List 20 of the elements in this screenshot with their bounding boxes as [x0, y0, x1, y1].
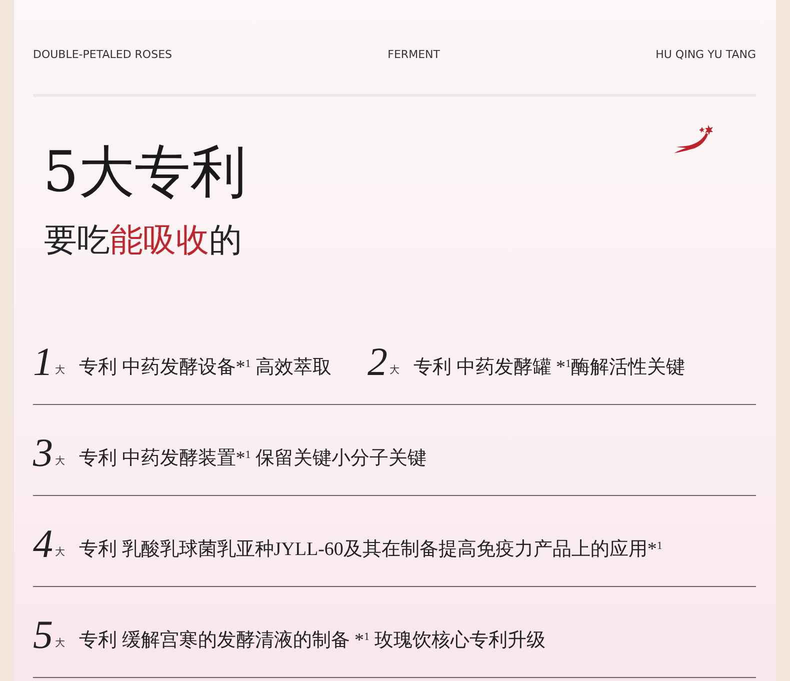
patent-number: 2 [368, 342, 388, 382]
unit-label: 大 [55, 364, 65, 378]
unit-label: 大 [55, 636, 65, 651]
header-label: DOUBLE-PETALED ROSES [33, 47, 172, 63]
patent-number: 3 [33, 433, 53, 473]
unit-label: 大 [55, 454, 65, 469]
header-label: HU QING YU TANG [656, 47, 756, 63]
patent-text: 专利 中药发酵装置*$^{1}$ 保留关键小分子关键 [79, 446, 426, 470]
patent-text: 专利 中药发酵设备*$^{1}$ 高效萃取 [79, 356, 332, 380]
patent-number: 5 [33, 615, 53, 655]
patent-number: 4 [33, 524, 53, 564]
subtitle: 要吃能吸收的 [44, 223, 243, 256]
patent-number: 1 [33, 342, 53, 382]
unit-label: 大 [390, 364, 400, 378]
patent-text: 专利 乳酸乳球菌乳亚种JYLL-60及其在制备提高免疫力产品上的应用*$^{1}$ [79, 538, 662, 562]
title: 5大专利 [43, 145, 247, 201]
patent-text: 专利 中药发酵罐 *$^{1}$酶解活性关键 [414, 356, 685, 380]
unit-label: 大 [55, 546, 65, 560]
header-label: FERMENT [388, 47, 440, 63]
patent-text: 专利 缓解宫寒的发酵清液的制备 *$^{1}$ 玫瑰饮核心专利升级 [79, 628, 546, 652]
